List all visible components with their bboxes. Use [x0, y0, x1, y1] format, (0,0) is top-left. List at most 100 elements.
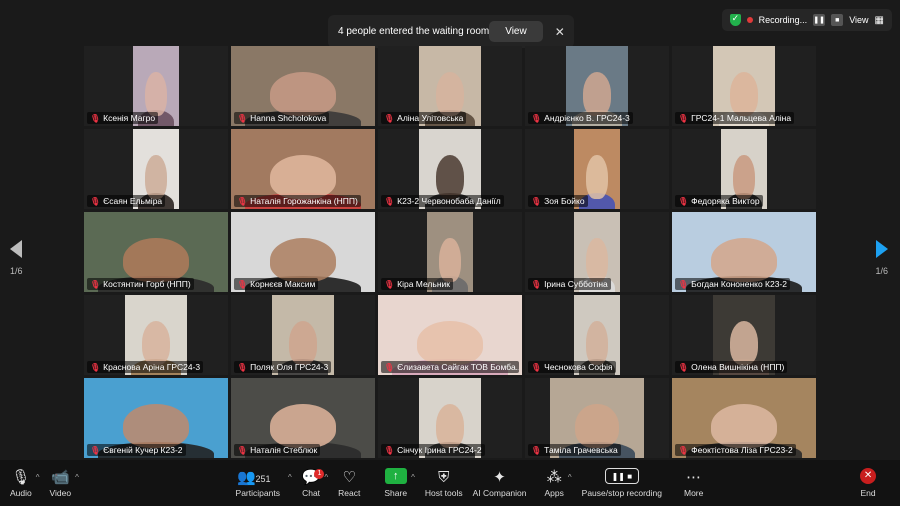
participant-name: Зоя Бойко	[544, 196, 585, 206]
participant-name: Євгеній Кучер К23-2	[103, 445, 183, 455]
participant-name-label: 🎙 Корнєєв Максим	[234, 278, 319, 290]
participant-tile[interactable]: 🎙 Ірина Субботіна	[525, 212, 669, 292]
muted-microphone-icon: 🎙	[237, 362, 248, 372]
more-button[interactable]: ⋯ More	[684, 468, 703, 498]
microphone-icon: 🎙	[11, 469, 31, 486]
apps-button[interactable]: ⁂ Apps	[545, 468, 564, 498]
participant-name-label: 🎙 К23-2 Червонобаба Даніїл	[381, 195, 504, 207]
participant-name-label: 🎙 Кіра Мельник	[381, 278, 453, 290]
participant-name: Федоряка Виктор	[691, 196, 760, 206]
participant-tile[interactable]: 🎙 Феоктістова Ліза ГРС23-2	[672, 378, 816, 458]
react-button[interactable]: ♡ React	[338, 468, 360, 498]
participant-tile[interactable]: 🎙 Сінчук Ірина ГРС24-2	[378, 378, 522, 458]
participant-tile[interactable]: 🎙 Андрієнко В. ГРС24-3	[525, 46, 669, 126]
apps-caret-icon[interactable]: ^	[568, 473, 572, 482]
participant-name: Краснова Аріна ГРС24-3	[103, 362, 201, 372]
chat-button[interactable]: 💬 1 Chat	[302, 468, 325, 498]
sparkle-icon: ✦	[493, 469, 506, 486]
muted-microphone-icon: 🎙	[384, 196, 395, 206]
share-button[interactable]: ↑ Share	[384, 468, 407, 498]
end-meeting-button[interactable]: ✕ End	[860, 468, 877, 498]
participant-tile[interactable]: 🎙 Чеснокова Софія	[525, 295, 669, 375]
participant-face	[122, 238, 190, 282]
page-indicator-left: 1/6	[10, 266, 23, 276]
previous-page-button[interactable]: 1/6	[10, 240, 23, 276]
participant-name: Феоктістова Ліза ГРС23-2	[691, 445, 793, 455]
participant-face	[269, 238, 337, 282]
muted-microphone-icon: 🎙	[531, 445, 542, 455]
recording-dot-icon	[746, 17, 753, 23]
participant-tile[interactable]: 🎙 Богдан Кононенко К23-2	[672, 212, 816, 292]
muted-microphone-icon: 🎙	[678, 362, 689, 372]
participant-tile[interactable]: 🎙 Корнєєв Максим	[231, 212, 375, 292]
muted-microphone-icon: 🎙	[531, 362, 542, 372]
arrow-left-icon	[10, 240, 23, 258]
participant-tile[interactable]: 🎙 Федоряка Виктор	[672, 129, 816, 209]
participant-tile[interactable]: 🎙 Костянтин Горб (НПП)	[84, 212, 228, 292]
muted-microphone-icon: 🎙	[384, 279, 395, 289]
participant-name-label: 🎙 Таміла Грачевська	[528, 444, 621, 456]
pause-recording-icon[interactable]: ❚❚	[813, 14, 826, 26]
participant-tile[interactable]: 🎙 Євгеній Кучер К23-2	[84, 378, 228, 458]
participant-name-label: 🎙 Євгеній Кучер К23-2	[87, 444, 186, 456]
participant-tile[interactable]: 🎙 Наталія Стеблюк	[231, 378, 375, 458]
participant-name: Єсаян Ельміра	[103, 196, 163, 206]
host-tools-button[interactable]: ⛨ Host tools	[425, 468, 463, 498]
muted-microphone-icon: 🎙	[90, 113, 101, 123]
participant-tile[interactable]: 🎙 Ксенія Магро	[84, 46, 228, 126]
participant-name-label: 🎙 Єлизавета Сайгак ТОВ Бомба...	[381, 361, 519, 373]
muted-microphone-icon: 🎙	[237, 113, 248, 123]
page-indicator-right: 1/6	[875, 266, 888, 276]
participant-name-label: 🎙 Hanna Shcholokova	[234, 112, 330, 124]
participant-tile[interactable]: 🎙 Краснова Аріна ГРС24-3	[84, 295, 228, 375]
participant-name-label: 🎙 Наталія Стеблюк	[234, 444, 321, 456]
participant-name-label: 🎙 Богдан Кононенко К23-2	[675, 278, 791, 290]
participant-name-label: 🎙 Поляк Оля ГРС24-3	[234, 361, 332, 373]
participants-button[interactable]: 👥 251 Participants	[236, 468, 280, 498]
waiting-room-view-button[interactable]: View	[489, 21, 543, 42]
video-options-caret-icon[interactable]: ^	[75, 473, 79, 482]
chat-caret-icon[interactable]: ^	[324, 473, 328, 482]
participant-tile[interactable]: 🎙 Hanna Shcholokova	[231, 46, 375, 126]
participant-tile[interactable]: 🎙 Наталія Горожанкіна (НПП)	[231, 129, 375, 209]
participant-face	[582, 72, 612, 116]
muted-microphone-icon: 🎙	[531, 113, 542, 123]
participant-face	[439, 238, 461, 282]
audio-options-caret-icon[interactable]: ^	[36, 473, 40, 482]
close-icon[interactable]: ✕	[555, 25, 565, 39]
video-button[interactable]: 📹 Video	[50, 468, 72, 498]
participant-face	[586, 238, 608, 282]
participant-name: Олена Вишнікіна (НПП)	[691, 362, 785, 372]
participants-caret-icon[interactable]: ^	[288, 473, 292, 482]
participant-name: Аліна Улітовська	[397, 113, 464, 123]
participant-face	[269, 72, 337, 116]
participant-name-label: 🎙 Зоя Бойко	[528, 195, 588, 207]
stop-recording-icon[interactable]: ■	[831, 14, 844, 26]
participant-tile[interactable]: 🎙 Зоя Бойко	[525, 129, 669, 209]
participant-tile[interactable]: 🎙 ГРС24-1 Мальцева Аліна	[672, 46, 816, 126]
participant-name: Чеснокова Софія	[544, 362, 613, 372]
participant-tile[interactable]: 🎙 Єсаян Ельміра	[84, 129, 228, 209]
participant-tile[interactable]: 🎙 Єлизавета Сайгак ТОВ Бомба...	[378, 295, 522, 375]
muted-microphone-icon: 🎙	[90, 362, 101, 372]
participant-tile[interactable]: 🎙 Олена Вишнікіна (НПП)	[672, 295, 816, 375]
muted-microphone-icon: 🎙	[237, 445, 248, 455]
participant-tile[interactable]: 🎙 Поляк Оля ГРС24-3	[231, 295, 375, 375]
waiting-room-message: 4 people entered the waiting room	[338, 26, 490, 37]
share-caret-icon[interactable]: ^	[411, 473, 415, 482]
participant-tile[interactable]: 🎙 Таміла Грачевська	[525, 378, 669, 458]
participant-face	[435, 72, 465, 116]
pause-stop-recording-button[interactable]: ❚❚ ■ Pause/stop recording	[582, 468, 662, 498]
security-shield-icon[interactable]	[729, 13, 741, 26]
audio-button[interactable]: 🎙 Audio	[10, 468, 32, 498]
ai-companion-button[interactable]: ✦ AI Companion	[473, 468, 527, 498]
next-page-button[interactable]: 1/6	[875, 240, 888, 276]
grid-view-icon[interactable]: ▦	[875, 15, 884, 26]
view-menu-button[interactable]: View	[849, 15, 868, 25]
participant-tile[interactable]: 🎙 Аліна Улітовська	[378, 46, 522, 126]
participant-name-label: 🎙 Олена Вишнікіна (НПП)	[675, 361, 788, 373]
apps-icon: ⁂	[546, 469, 562, 486]
participant-tile[interactable]: 🎙 К23-2 Червонобаба Даніїл	[378, 129, 522, 209]
participant-name-label: 🎙 Сінчук Ірина ГРС24-2	[381, 444, 485, 456]
participant-tile[interactable]: 🎙 Кіра Мельник	[378, 212, 522, 292]
